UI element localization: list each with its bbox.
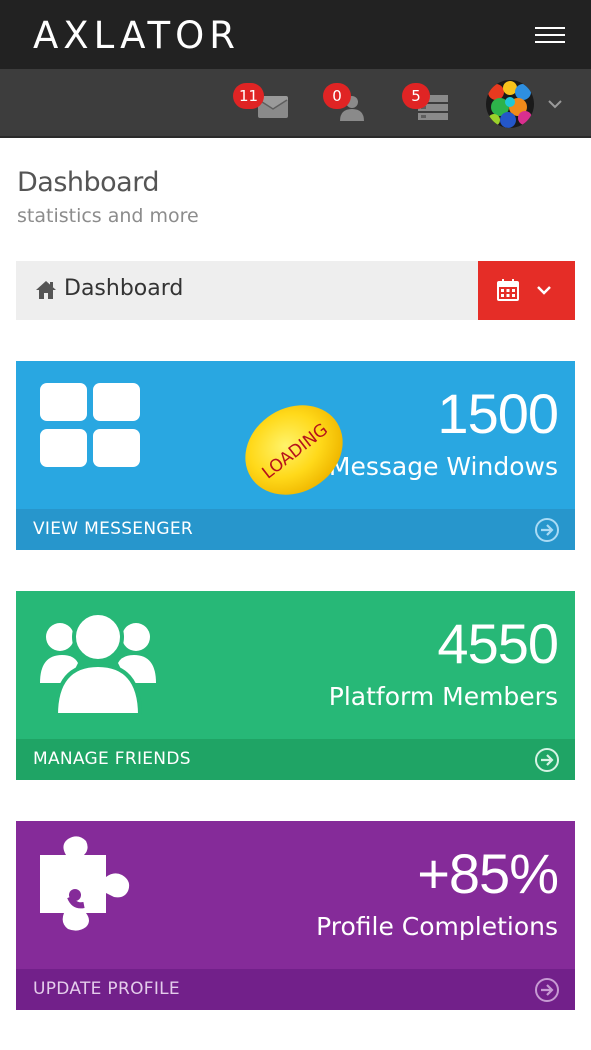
- grid-icon: [40, 383, 140, 467]
- hamburger-icon-bar: [535, 41, 565, 43]
- group-icon: [40, 611, 156, 715]
- inbox-count-badge: 11: [233, 83, 265, 109]
- members-stat-card: 4550 Platform Members MANAGE FRIENDS: [16, 591, 575, 780]
- footer-link-label: UPDATE PROFILE: [33, 979, 180, 999]
- date-range-button[interactable]: [478, 261, 575, 320]
- arrow-circle-right-icon: [535, 748, 559, 772]
- puzzle-icon: [40, 836, 130, 931]
- stat-number: 1500: [437, 382, 559, 445]
- brand-logo[interactable]: AXLATOR: [33, 14, 240, 58]
- chevron-down-icon[interactable]: [545, 94, 565, 114]
- stat-description: Profile Completions: [316, 912, 558, 941]
- menu-toggle-button[interactable]: [530, 20, 570, 50]
- tasks-count-badge: 5: [402, 83, 430, 109]
- chevron-down-icon: [537, 286, 551, 295]
- profile-stat-card: +85% Profile Completions UPDATE PROFILE: [16, 821, 575, 1010]
- tasks-notification-button[interactable]: 5: [402, 69, 454, 138]
- stat-number: 4550: [437, 612, 559, 675]
- hamburger-icon-bar: [535, 27, 565, 29]
- loading-indicator: LOADING: [245, 405, 343, 495]
- page-title: Dashboard: [17, 167, 159, 198]
- home-icon[interactable]: [35, 280, 57, 300]
- breadcrumb-dashboard-link[interactable]: Dashboard: [64, 276, 183, 301]
- stat-description: Platform Members: [328, 682, 558, 711]
- arrow-circle-right-icon: [535, 978, 559, 1002]
- arrow-circle-right-icon: [535, 518, 559, 542]
- inbox-notification-button[interactable]: 11: [233, 69, 293, 138]
- breadcrumb: Dashboard: [16, 261, 575, 320]
- stat-description: Message Windows: [328, 452, 558, 481]
- hamburger-icon-bar: [535, 34, 565, 36]
- stat-number: +85%: [417, 842, 559, 905]
- top-header: AXLATOR: [0, 0, 591, 69]
- view-messenger-link[interactable]: VIEW MESSENGER: [16, 509, 575, 550]
- page-subtitle: statistics and more: [17, 205, 199, 227]
- calendar-icon: [497, 279, 519, 301]
- user-notification-button[interactable]: 0: [323, 69, 373, 138]
- update-profile-link[interactable]: UPDATE PROFILE: [16, 969, 575, 1010]
- user-avatar[interactable]: [486, 80, 534, 128]
- footer-link-label: VIEW MESSENGER: [33, 519, 193, 539]
- manage-friends-link[interactable]: MANAGE FRIENDS: [16, 739, 575, 780]
- user-count-badge: 0: [323, 83, 351, 109]
- footer-link-label: MANAGE FRIENDS: [33, 749, 191, 769]
